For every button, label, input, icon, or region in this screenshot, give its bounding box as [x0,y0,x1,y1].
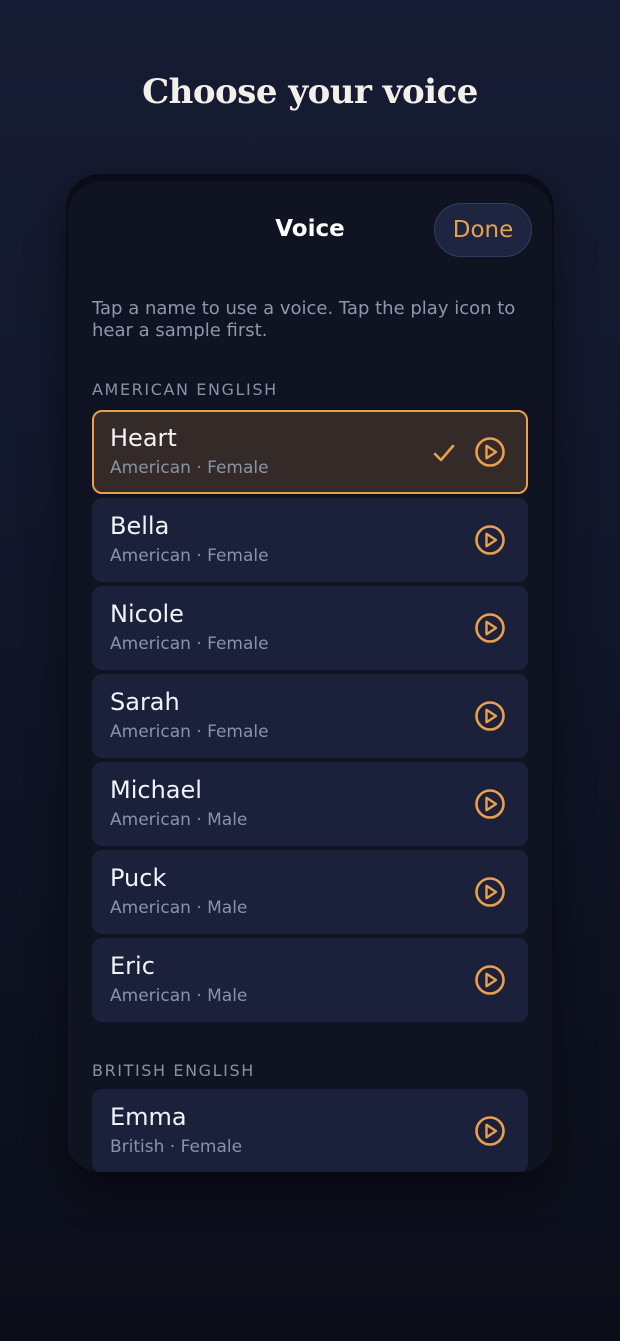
voice-row-emma[interactable]: Emma British · Female [92,1089,528,1172]
voice-row-heart[interactable]: Heart American · Female [92,410,528,494]
voice-name: Nicole [110,600,184,628]
voice-details: British · Female [110,1137,243,1157]
checkmark-icon [433,444,455,462]
play-circle-icon[interactable] [474,700,506,732]
voice-row-michael[interactable]: Michael American · Male [92,762,528,846]
voice-details: American · Male [110,898,248,918]
voice-details: American · Male [110,986,248,1006]
voice-details: American · Female [110,546,269,566]
voice-details: American · Male [110,810,248,830]
voice-name: Sarah [110,688,180,716]
voice-details: American · Female [110,722,269,742]
voice-sheet: Voice Done Tap a name to use a voice. Ta… [68,182,552,1172]
voice-row-nicole[interactable]: Nicole American · Female [92,586,528,670]
voice-row-sarah[interactable]: Sarah American · Female [92,674,528,758]
play-circle-icon[interactable] [474,524,506,556]
play-circle-icon[interactable] [474,1115,506,1147]
page-headline: Choose your voice [142,72,478,112]
section-label-british-english: BRITISH ENGLISH [92,1061,255,1080]
voice-details: American · Female [110,634,269,654]
voice-name: Michael [110,776,202,804]
voice-name: Heart [110,424,177,452]
play-circle-icon[interactable] [474,612,506,644]
section-label-american-english: AMERICAN ENGLISH [92,380,278,399]
voice-details: American · Female [110,458,269,478]
done-button[interactable]: Done [434,203,532,257]
play-circle-icon[interactable] [474,964,506,996]
voice-name: Eric [110,952,155,980]
phone-frame: Voice Done Tap a name to use a voice. Ta… [66,174,554,1172]
voice-name: Emma [110,1103,187,1131]
voice-name: Bella [110,512,170,540]
play-circle-icon[interactable] [474,876,506,908]
voice-row-puck[interactable]: Puck American · Male [92,850,528,934]
play-circle-icon[interactable] [474,436,506,468]
voice-name: Puck [110,864,167,892]
voice-row-eric[interactable]: Eric American · Male [92,938,528,1022]
instruction-text: Tap a name to use a voice. Tap the play … [92,298,516,341]
play-circle-icon[interactable] [474,788,506,820]
voice-row-bella[interactable]: Bella American · Female [92,498,528,582]
